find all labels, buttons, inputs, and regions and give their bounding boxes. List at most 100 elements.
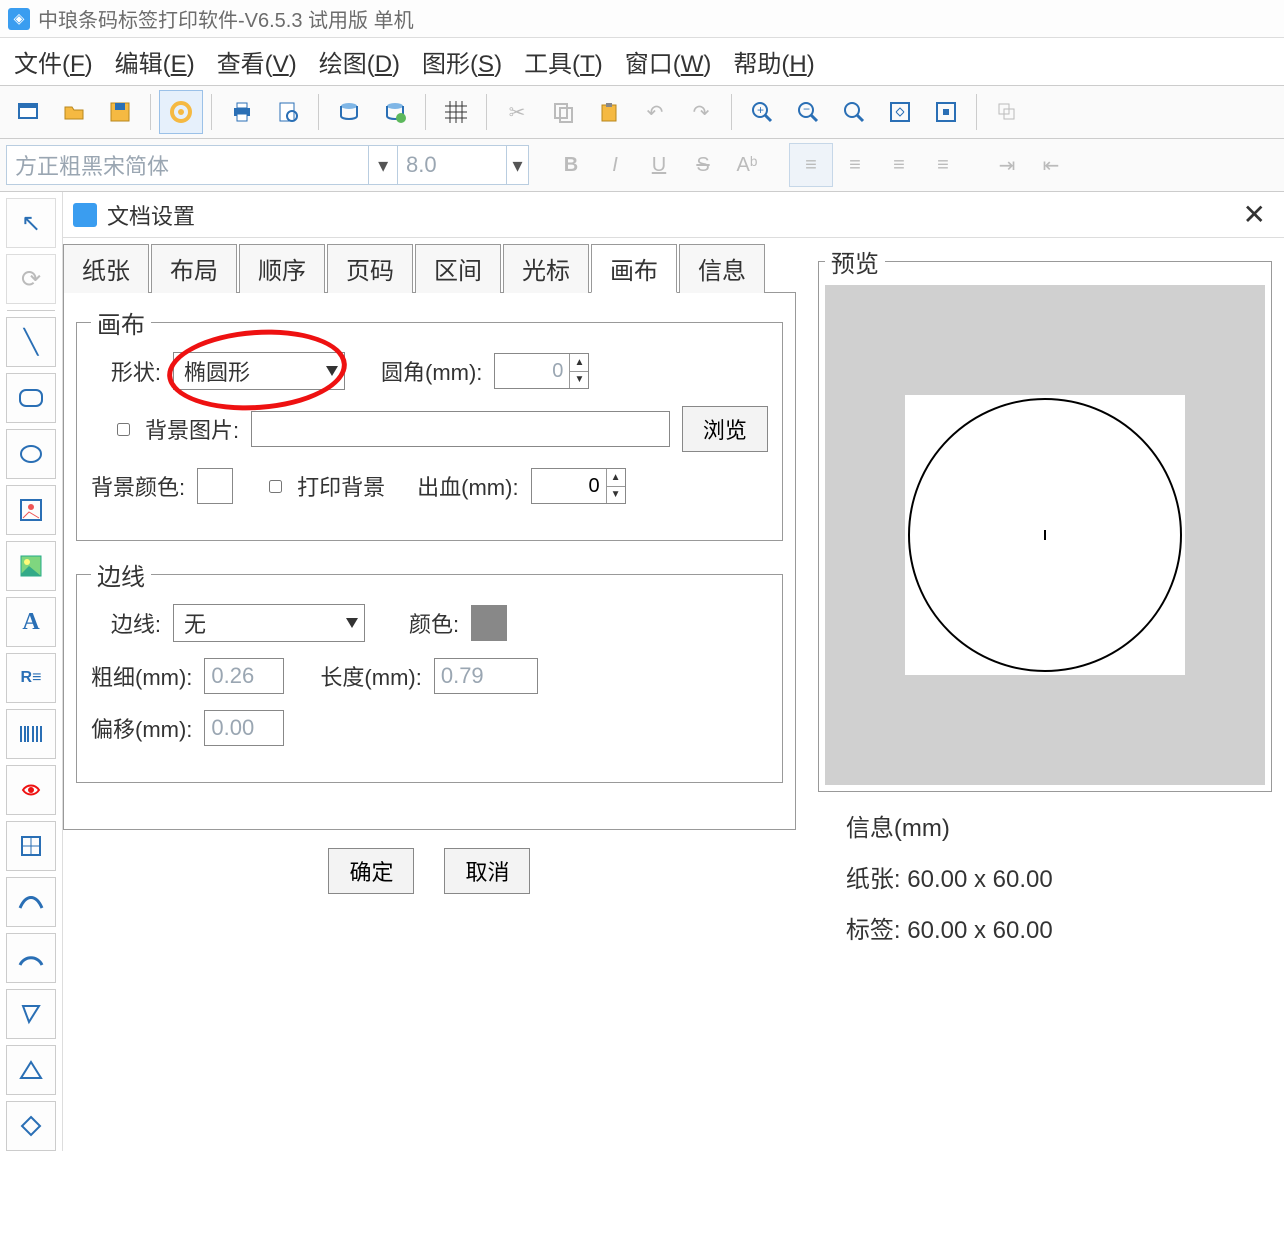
grid-icon[interactable] xyxy=(434,90,478,134)
tab-order[interactable]: 顺序 xyxy=(239,244,325,293)
settings-icon[interactable] xyxy=(159,90,203,134)
tab-info[interactable]: 信息 xyxy=(679,244,765,293)
rounded-rect-tool-icon[interactable] xyxy=(6,373,56,423)
radius-input[interactable] xyxy=(495,354,569,388)
align-left-icon[interactable]: ≡ xyxy=(789,143,833,187)
preview-area xyxy=(825,285,1265,785)
zoom-in-icon[interactable]: + xyxy=(740,90,784,134)
redo-icon[interactable]: ↷ xyxy=(679,90,723,134)
qrcode-tool-icon[interactable] xyxy=(6,765,56,815)
spin-up-icon[interactable]: ▲ xyxy=(607,469,625,487)
new-doc-icon[interactable] xyxy=(6,90,50,134)
database-icon[interactable] xyxy=(327,90,371,134)
richtext-tool-icon[interactable]: R≡ xyxy=(6,653,56,703)
tab-page[interactable]: 页码 xyxy=(327,244,413,293)
offset-input[interactable] xyxy=(204,710,284,746)
spin-up-icon[interactable]: ▲ xyxy=(570,354,588,372)
shape-select[interactable]: 椭圆形 xyxy=(173,352,345,390)
radius-spinner[interactable]: ▲▼ xyxy=(494,353,589,389)
browse-button[interactable]: 浏览 xyxy=(682,406,768,452)
menu-help[interactable]: 帮助(H) xyxy=(733,44,814,79)
font-size-combo[interactable]: ▾ xyxy=(397,145,529,185)
image-placeholder-tool-icon[interactable] xyxy=(6,485,56,535)
menu-edit[interactable]: 编辑(E) xyxy=(115,44,195,79)
tab-canvas[interactable]: 画布 xyxy=(591,244,677,293)
print-bg-checkbox[interactable] xyxy=(269,480,282,493)
cut-icon[interactable]: ✂ xyxy=(495,90,539,134)
separator xyxy=(318,94,319,130)
bleed-spinner[interactable]: ▲▼ xyxy=(531,468,626,504)
database-sync-icon[interactable] xyxy=(373,90,417,134)
arc-tool-icon[interactable] xyxy=(6,933,56,983)
align-center-icon[interactable]: ≡ xyxy=(833,143,877,187)
separator xyxy=(425,94,426,130)
thickness-input[interactable] xyxy=(204,658,284,694)
bleed-input[interactable] xyxy=(532,469,606,503)
rotate-tool-icon[interactable]: ⟳ xyxy=(6,254,56,304)
layers-icon[interactable] xyxy=(985,90,1029,134)
chevron-down-icon[interactable]: ▾ xyxy=(368,146,397,184)
menu-shape[interactable]: 图形(S) xyxy=(422,44,502,79)
bg-color-swatch[interactable] xyxy=(197,468,233,504)
undo-icon[interactable]: ↶ xyxy=(633,90,677,134)
triangle-tool-icon[interactable] xyxy=(6,1045,56,1095)
center-icon[interactable] xyxy=(924,90,968,134)
zoom-out-icon[interactable]: − xyxy=(786,90,830,134)
curve-tool-icon[interactable] xyxy=(6,877,56,927)
tab-paper[interactable]: 纸张 xyxy=(63,244,149,293)
side-toolbar: ↖ ⟳ ╲ A R≡ xyxy=(0,192,63,1151)
preview-group: 预览 xyxy=(818,244,1272,792)
paste-icon[interactable] xyxy=(587,90,631,134)
chevron-down-icon[interactable]: ▾ xyxy=(506,146,528,184)
save-icon[interactable] xyxy=(98,90,142,134)
bg-image-checkbox[interactable] xyxy=(117,423,130,436)
tab-cursor[interactable]: 光标 xyxy=(503,244,589,293)
main-toolbar: ✂ ↶ ↷ + − xyxy=(0,85,1284,139)
tab-layout[interactable]: 布局 xyxy=(151,244,237,293)
spin-down-icon[interactable]: ▼ xyxy=(570,372,588,389)
pointer-tool-icon[interactable]: ↖ xyxy=(6,198,56,248)
indent-icon[interactable]: ⇥ xyxy=(985,143,1029,187)
cancel-button[interactable]: 取消 xyxy=(444,848,530,894)
align-justify-icon[interactable]: ≡ xyxy=(921,143,965,187)
menu-tool[interactable]: 工具(T) xyxy=(524,44,603,79)
copy-icon[interactable] xyxy=(541,90,585,134)
menu-view[interactable]: 查看(V) xyxy=(217,44,297,79)
ellipse-tool-icon[interactable] xyxy=(6,429,56,479)
text-tool-icon[interactable]: A xyxy=(6,597,56,647)
line-color-swatch[interactable] xyxy=(471,605,507,641)
bold-icon[interactable]: B xyxy=(549,143,593,187)
diamond-tool-icon[interactable] xyxy=(6,1101,56,1151)
barcode-tool-icon[interactable] xyxy=(6,709,56,759)
print-preview-icon[interactable] xyxy=(266,90,310,134)
table-tool-icon[interactable] xyxy=(6,821,56,871)
menu-draw[interactable]: 绘图(D) xyxy=(319,44,400,79)
image-tool-icon[interactable] xyxy=(6,541,56,591)
spin-down-icon[interactable]: ▼ xyxy=(607,487,625,504)
zoom-fit-icon[interactable] xyxy=(832,90,876,134)
ok-button[interactable]: 确定 xyxy=(328,848,414,894)
bg-image-input[interactable] xyxy=(251,411,670,447)
font-name-input[interactable] xyxy=(7,148,368,182)
underline-icon[interactable]: U xyxy=(637,143,681,187)
font-name-combo[interactable]: ▾ xyxy=(6,145,398,185)
strikethrough-icon[interactable]: S xyxy=(681,143,725,187)
length-input[interactable] xyxy=(434,658,538,694)
open-icon[interactable] xyxy=(52,90,96,134)
dialog-title: 文档设置 xyxy=(107,199,195,231)
line-select[interactable]: 无 xyxy=(173,604,365,642)
menu-file[interactable]: 文件(F) xyxy=(14,44,93,79)
fullscreen-icon[interactable] xyxy=(878,90,922,134)
italic-icon[interactable]: I xyxy=(593,143,637,187)
polygon-tool-icon[interactable] xyxy=(6,989,56,1039)
chevron-down-icon xyxy=(326,366,338,376)
font-size-input[interactable] xyxy=(398,148,506,182)
close-icon[interactable]: ✕ xyxy=(1235,198,1274,231)
superscript-icon[interactable]: Aᵇ xyxy=(725,143,769,187)
outdent-icon[interactable]: ⇤ xyxy=(1029,143,1073,187)
align-right-icon[interactable]: ≡ xyxy=(877,143,921,187)
print-icon[interactable] xyxy=(220,90,264,134)
line-tool-icon[interactable]: ╲ xyxy=(6,317,56,367)
menu-window[interactable]: 窗口(W) xyxy=(625,44,712,79)
tab-range[interactable]: 区间 xyxy=(415,244,501,293)
